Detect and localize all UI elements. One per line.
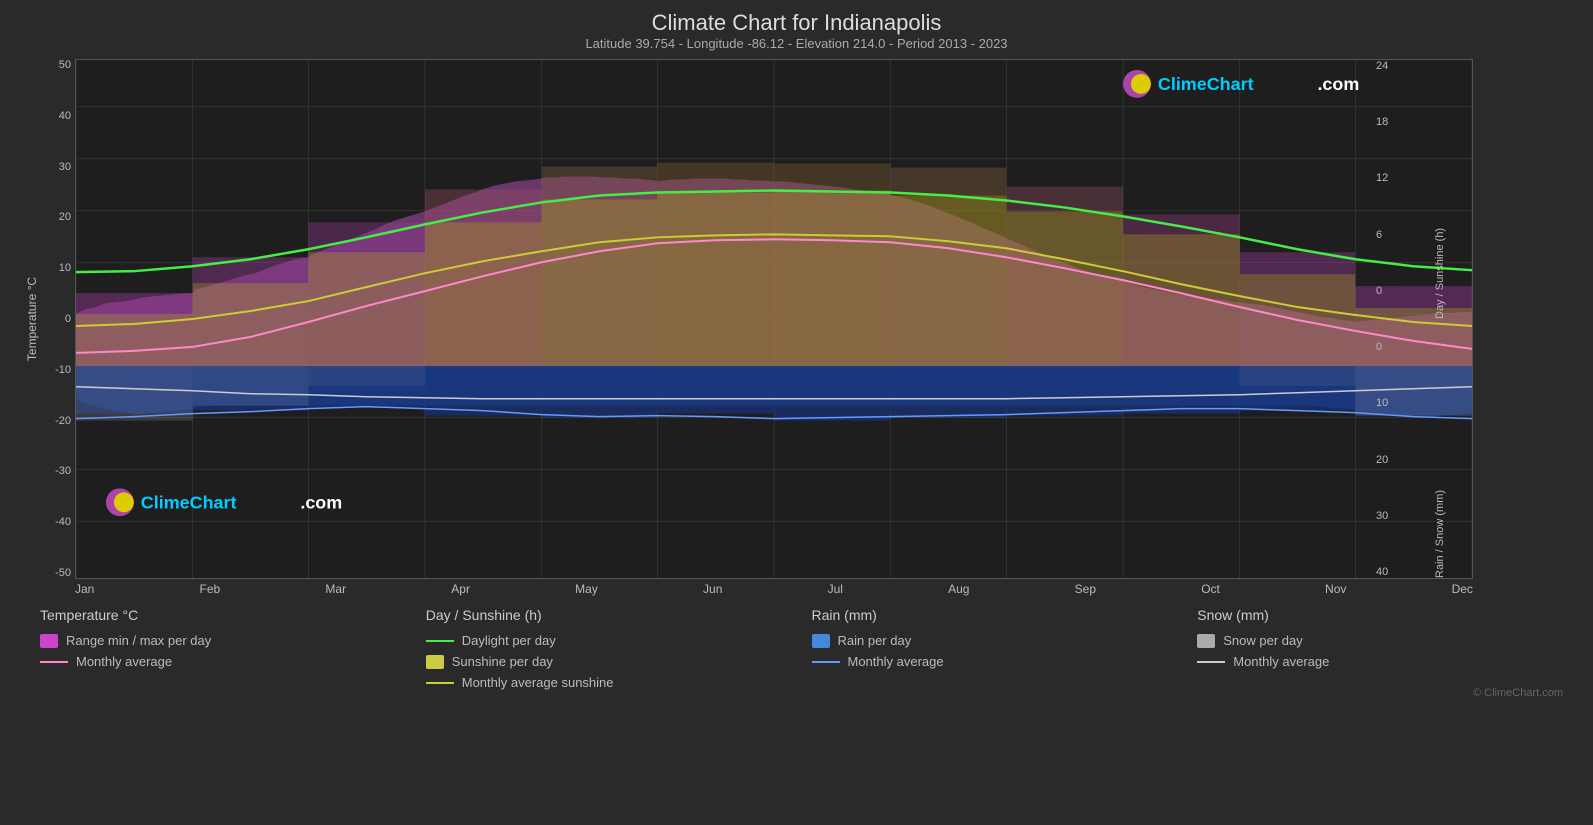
tick-12: 12: [1376, 172, 1403, 184]
rain-avg-line: [812, 661, 840, 663]
legend-sunshine-avg-label: Monthly average sunshine: [462, 675, 614, 690]
temp-avg-line: [40, 661, 68, 663]
y-tick-m40: -40: [55, 516, 71, 528]
y-tick-m50: -50: [55, 567, 71, 579]
y-axis-left: Temperature °C 50 40 30 20 10 0 -10 -20 …: [20, 59, 75, 579]
tick-30: 30: [1376, 510, 1403, 522]
legend-snow-avg: Monthly average: [1197, 654, 1563, 669]
svg-text:.com: .com: [1317, 74, 1359, 94]
legend-rain-avg-label: Monthly average: [848, 654, 944, 669]
legend-area: Temperature °C Range min / max per day M…: [30, 607, 1573, 701]
legend-rain-avg: Monthly average: [812, 654, 1178, 669]
legend-rain-bar-label: Rain per day: [838, 633, 912, 648]
legend-sunshine-bar: Sunshine per day: [426, 654, 792, 669]
chart-area: Temperature °C 50 40 30 20 10 0 -10 -20 …: [20, 59, 1573, 579]
copyright-text: © ClimeChart.com: [1473, 687, 1563, 699]
y-tick-m20: -20: [55, 415, 71, 427]
tick-20: 20: [1376, 454, 1403, 466]
x-tick-apr: Apr: [451, 582, 470, 596]
legend-sunshine-bar-label: Sunshine per day: [452, 654, 553, 669]
y-tick-m10: -10: [55, 364, 71, 376]
y-axis-left-label: Temperature °C: [25, 277, 39, 361]
y-axis-ticks-left: 50 40 30 20 10 0 -10 -20 -30 -40 -50: [55, 59, 75, 579]
daylight-line: [426, 640, 454, 642]
y-tick-20: 20: [55, 211, 71, 223]
x-tick-jan: Jan: [75, 582, 94, 596]
y-tick-40: 40: [55, 110, 71, 122]
legend-snow-avg-label: Monthly average: [1233, 654, 1329, 669]
y-tick-10: 10: [55, 262, 71, 274]
chart-title: Climate Chart for Indianapolis: [20, 10, 1573, 36]
legend-rain: Rain (mm) Rain per day Monthly average: [802, 607, 1188, 701]
x-axis-area: Jan Feb Mar Apr May Jun Jul Aug Sep Oct …: [75, 579, 1473, 599]
svg-text:.com: .com: [300, 492, 342, 512]
legend-temp-avg-label: Monthly average: [76, 654, 172, 669]
main-container: Climate Chart for Indianapolis Latitude …: [0, 0, 1593, 825]
legend-daylight: Daylight per day: [426, 633, 792, 648]
y-tick-0: 0: [55, 313, 71, 325]
x-axis-ticks: Jan Feb Mar Apr May Jun Jul Aug Sep Oct …: [75, 579, 1473, 599]
legend-temp-header: Temperature °C: [40, 607, 406, 623]
svg-text:ClimeChart: ClimeChart: [1158, 74, 1254, 94]
legend-daylight-label: Daylight per day: [462, 633, 556, 648]
tick-6: 6: [1376, 229, 1403, 241]
legend-rain-bar: Rain per day: [812, 633, 1178, 648]
snow-avg-line: [1197, 661, 1225, 663]
legend-sun-header: Day / Sunshine (h): [426, 607, 792, 623]
legend-snow-bar: Snow per day: [1197, 633, 1563, 648]
legend-snow: Snow (mm) Snow per day Monthly average ©…: [1187, 607, 1573, 701]
rain-swatch: [812, 634, 830, 648]
x-tick-mar: Mar: [325, 582, 346, 596]
tick-0-rain: 0: [1376, 341, 1403, 353]
x-tick-jun: Jun: [703, 582, 722, 596]
y-axis-sunshine-label: Day / Sunshine (h): [1434, 60, 1446, 319]
x-tick-nov: Nov: [1325, 582, 1346, 596]
sunshine-swatch: [426, 655, 444, 669]
tick-10: 10: [1376, 397, 1403, 409]
x-tick-jul: Jul: [828, 582, 843, 596]
x-tick-dec: Dec: [1452, 582, 1473, 596]
sunshine-avg-line: [426, 682, 454, 684]
tick-18: 18: [1376, 116, 1403, 128]
legend-sunshine: Day / Sunshine (h) Daylight per day Suns…: [416, 607, 802, 701]
x-tick-oct: Oct: [1201, 582, 1220, 596]
legend-rain-header: Rain (mm): [812, 607, 1178, 623]
x-tick-sep: Sep: [1075, 582, 1096, 596]
y-axis-right-labels: Day / Sunshine (h) Rain / Snow (mm): [1407, 60, 1472, 578]
temp-range-swatch: [40, 634, 58, 648]
tick-24: 24: [1376, 60, 1403, 72]
legend-temperature: Temperature °C Range min / max per day M…: [30, 607, 416, 701]
legend-sunshine-avg: Monthly average sunshine: [426, 675, 792, 690]
y-axis-right-sunshine: 24 18 12 6 0 0 10 20 30 40: [1372, 60, 1407, 578]
legend-snow-header: Snow (mm): [1197, 607, 1563, 623]
x-tick-may: May: [575, 582, 598, 596]
x-tick-aug: Aug: [948, 582, 969, 596]
legend-snow-bar-label: Snow per day: [1223, 633, 1303, 648]
legend-temp-range-label: Range min / max per day: [66, 633, 211, 648]
y-tick-30: 30: [55, 161, 71, 173]
right-spacer: [1473, 59, 1573, 579]
chart-main: ClimeChart .com ClimeChart .com 24 18 12: [75, 59, 1473, 579]
title-section: Climate Chart for Indianapolis Latitude …: [20, 10, 1573, 51]
y-axis-rain-label: Rain / Snow (mm): [1434, 319, 1446, 578]
chart-subtitle: Latitude 39.754 - Longitude -86.12 - Ele…: [20, 36, 1573, 51]
legend-temp-range: Range min / max per day: [40, 633, 406, 648]
tick-0-sun: 0: [1376, 285, 1403, 297]
snow-swatch: [1197, 634, 1215, 648]
tick-40: 40: [1376, 566, 1403, 578]
legend-temp-avg: Monthly average: [40, 654, 406, 669]
x-tick-feb: Feb: [200, 582, 221, 596]
svg-text:ClimeChart: ClimeChart: [141, 492, 237, 512]
chart-svg: ClimeChart .com ClimeChart .com: [76, 60, 1472, 578]
y-tick-m30: -30: [55, 465, 71, 477]
y-tick-50: 50: [55, 59, 71, 71]
